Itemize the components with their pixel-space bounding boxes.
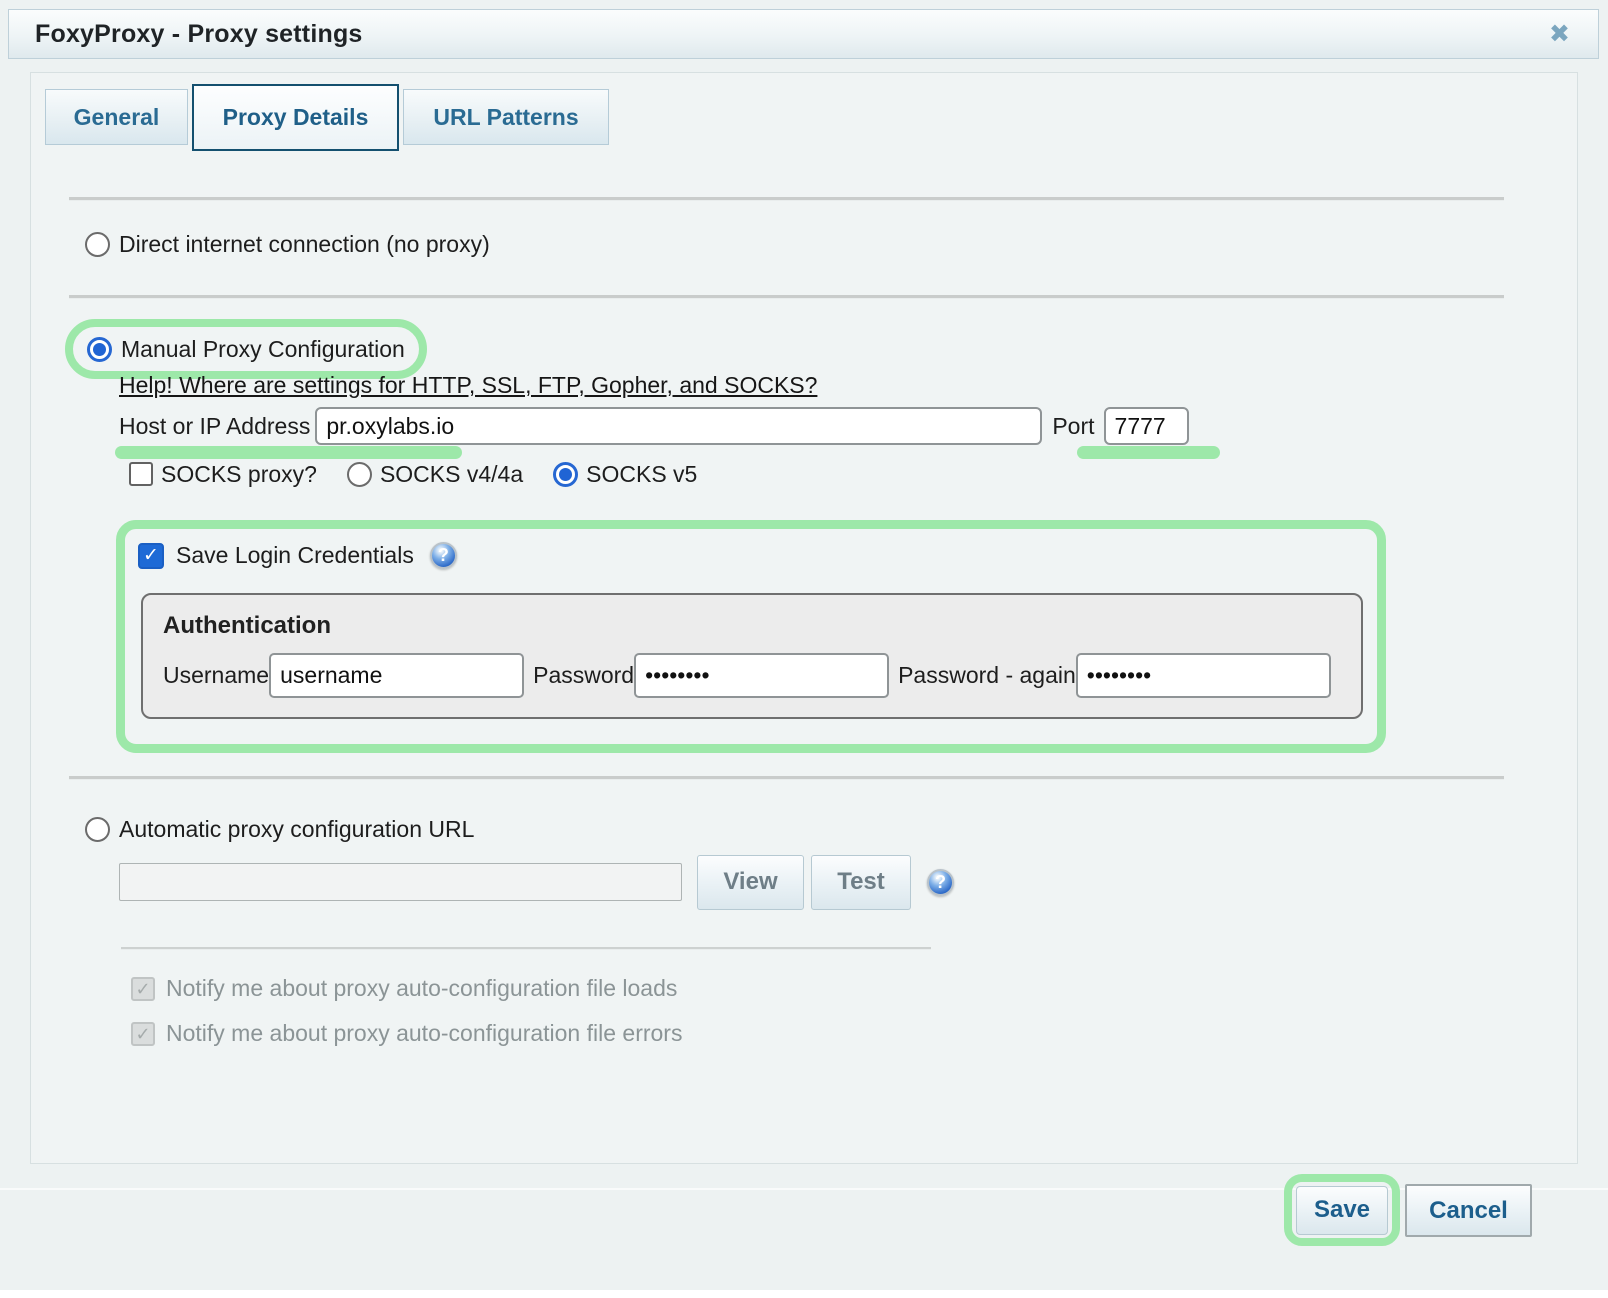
direct-connection-option: Direct internet connection (no proxy): [85, 231, 490, 258]
notify-errors-label: Notify me about proxy auto-configuration…: [166, 1020, 682, 1047]
credentials-highlight: ✓ Save Login Credentials ? Authenticatio…: [116, 520, 1386, 753]
password-label: Password: [533, 662, 634, 689]
manual-proxy-label: Manual Proxy Configuration: [121, 336, 405, 363]
tab-url-patterns[interactable]: URL Patterns: [403, 89, 609, 145]
host-port-row: Host or IP Address Port: [119, 406, 1189, 446]
authentication-panel: Authentication Username Password Passwor…: [141, 593, 1363, 719]
tab-general[interactable]: General: [45, 89, 188, 145]
pac-url-row: View Test ?: [119, 854, 954, 910]
host-label: Host or IP Address: [119, 413, 310, 440]
check-icon: ✓: [135, 1025, 150, 1043]
port-label: Port: [1052, 413, 1094, 440]
socks-v5-label: SOCKS v5: [586, 461, 697, 488]
password-input[interactable]: [634, 653, 889, 698]
save-credentials-checkbox[interactable]: ✓: [138, 543, 164, 569]
view-button[interactable]: View: [697, 855, 804, 910]
password-again-label: Password - again: [898, 662, 1076, 689]
notify-loads-row: ✓ Notify me about proxy auto-configurati…: [131, 975, 677, 1002]
port-input[interactable]: [1104, 407, 1189, 445]
manual-proxy-radio[interactable]: [87, 337, 112, 362]
divider: [69, 295, 1504, 299]
close-icon[interactable]: ✖: [1549, 22, 1570, 47]
proxy-settings-panel: General Proxy Details URL Patterns Direc…: [30, 72, 1578, 1164]
automatic-proxy-option: Automatic proxy configuration URL: [85, 816, 474, 843]
divider: [69, 776, 1504, 780]
password-again-input[interactable]: [1076, 653, 1331, 698]
socks-options-row: SOCKS proxy? SOCKS v4/4a SOCKS v5: [129, 459, 697, 489]
direct-connection-label: Direct internet connection (no proxy): [119, 231, 490, 258]
username-input[interactable]: [269, 653, 524, 698]
manual-proxy-highlight: Manual Proxy Configuration: [65, 319, 427, 379]
notify-errors-checkbox[interactable]: ✓: [131, 1022, 155, 1046]
save-button-highlight: Save: [1284, 1174, 1400, 1246]
pac-url-input[interactable]: [119, 863, 682, 901]
notify-errors-row: ✓ Notify me about proxy auto-configurati…: [131, 1020, 682, 1047]
notify-loads-checkbox[interactable]: ✓: [131, 977, 155, 1001]
host-input[interactable]: [315, 407, 1042, 445]
check-icon: ✓: [135, 980, 150, 998]
socks-v5-radio[interactable]: [553, 462, 578, 487]
test-button[interactable]: Test: [811, 855, 911, 910]
authentication-fields: Username Password Password - again: [163, 653, 1361, 698]
socks-v4-label: SOCKS v4/4a: [380, 461, 523, 488]
username-label: Username: [163, 662, 269, 689]
dialog-titlebar: FoxyProxy - Proxy settings ✖: [8, 9, 1599, 59]
divider: [121, 947, 931, 950]
dialog-title: FoxyProxy - Proxy settings: [35, 20, 363, 49]
host-field-highlight: [115, 446, 462, 459]
direct-connection-radio[interactable]: [85, 232, 110, 257]
cancel-button[interactable]: Cancel: [1405, 1184, 1532, 1237]
socks-proxy-checkbox[interactable]: [129, 462, 153, 486]
socks-proxy-label: SOCKS proxy?: [161, 461, 317, 488]
automatic-proxy-radio[interactable]: [85, 817, 110, 842]
port-field-highlight: [1077, 446, 1220, 459]
socks-v4-radio[interactable]: [347, 462, 372, 487]
automatic-proxy-label: Automatic proxy configuration URL: [119, 816, 474, 843]
settings-help-link[interactable]: Help! Where are settings for HTTP, SSL, …: [119, 372, 817, 399]
authentication-heading: Authentication: [163, 612, 1361, 640]
save-credentials-label: Save Login Credentials: [176, 542, 414, 569]
pac-help-icon[interactable]: ?: [927, 869, 954, 896]
credentials-help-icon[interactable]: ?: [430, 542, 457, 569]
bottom-strip: [0, 1290, 1608, 1298]
tab-proxy-details[interactable]: Proxy Details: [192, 84, 399, 151]
check-icon: ✓: [143, 546, 159, 565]
divider: [69, 197, 1504, 201]
notify-loads-label: Notify me about proxy auto-configuration…: [166, 975, 677, 1002]
save-button[interactable]: Save: [1296, 1186, 1388, 1235]
save-credentials-row: ✓ Save Login Credentials ?: [138, 542, 457, 569]
